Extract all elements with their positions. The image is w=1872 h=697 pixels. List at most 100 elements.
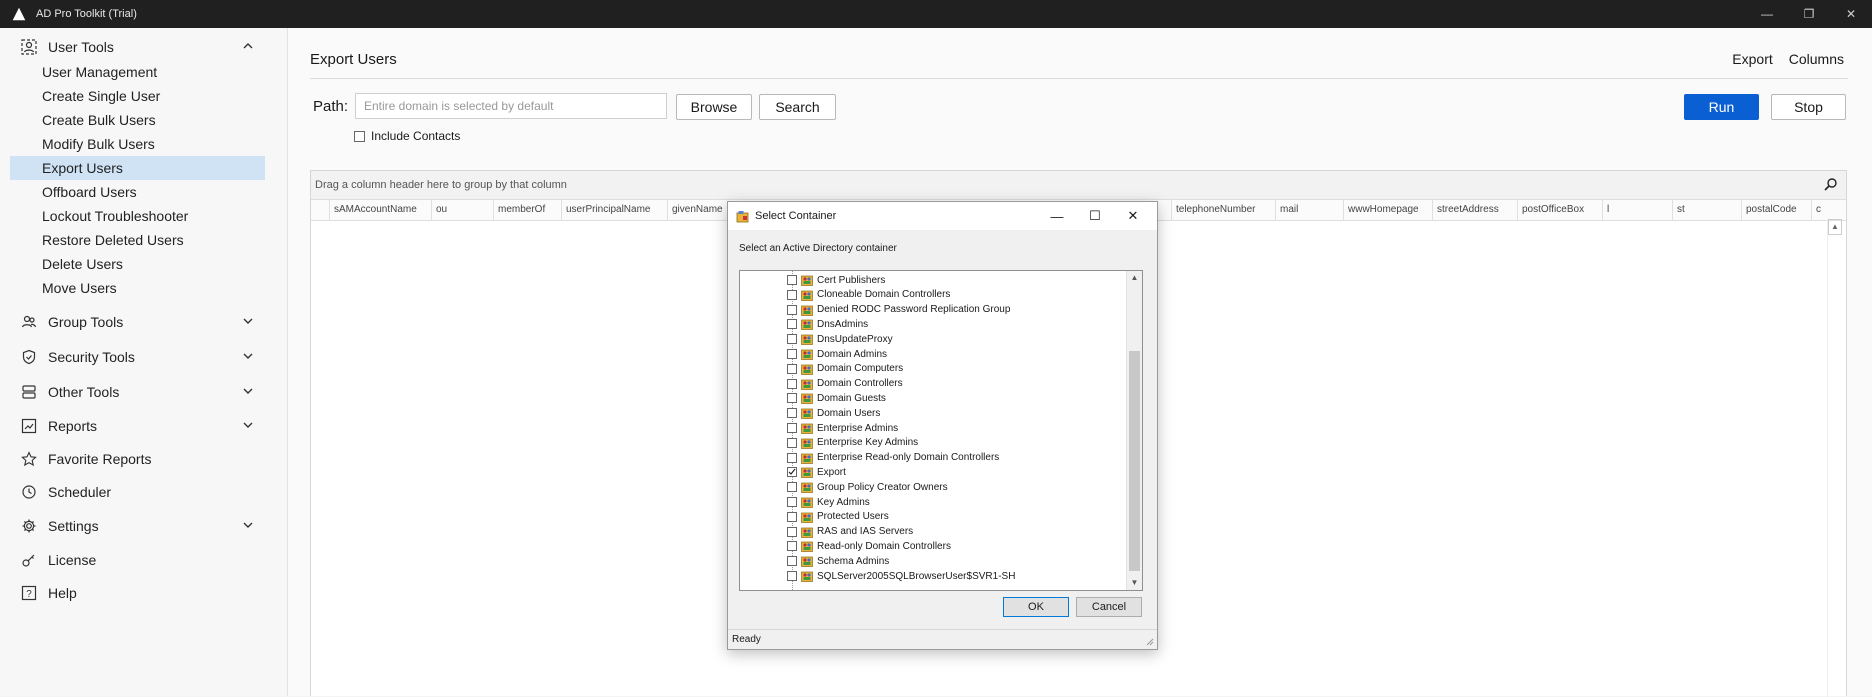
sidebar-section-other-tools[interactable]: Other Tools bbox=[0, 377, 287, 407]
column-header[interactable]: postalCode bbox=[1741, 200, 1811, 220]
dialog-close-button[interactable]: ✕ bbox=[1114, 202, 1152, 230]
sidebar-item-user-management[interactable]: User Management bbox=[10, 60, 265, 84]
tree-item[interactable]: Domain Controllers bbox=[787, 377, 903, 391]
column-header[interactable]: l bbox=[1602, 200, 1672, 220]
tree-item[interactable]: Enterprise Admins bbox=[787, 421, 898, 435]
sidebar-item-create-single-user[interactable]: Create Single User bbox=[10, 84, 265, 108]
tree-item[interactable]: DnsUpdateProxy bbox=[787, 332, 893, 346]
column-header[interactable]: ou bbox=[431, 200, 493, 220]
sidebar-section-settings[interactable]: Settings bbox=[0, 511, 287, 541]
tree-item[interactable]: Enterprise Key Admins bbox=[787, 436, 918, 450]
browse-button[interactable]: Browse bbox=[676, 94, 752, 120]
tree-item[interactable]: Domain Guests bbox=[787, 391, 886, 405]
scroll-down-icon[interactable]: ▼ bbox=[1127, 576, 1142, 590]
scroll-thumb[interactable] bbox=[1129, 351, 1140, 571]
dialog-maximize-button[interactable]: ☐ bbox=[1076, 202, 1114, 230]
tree-item[interactable]: Enterprise Read-only Domain Controllers bbox=[787, 451, 999, 465]
sidebar-item-scheduler[interactable]: Scheduler bbox=[0, 477, 287, 507]
tree-item[interactable]: Group Policy Creator Owners bbox=[787, 480, 948, 494]
columns-link[interactable]: Columns bbox=[1789, 51, 1844, 67]
column-header[interactable]: c bbox=[1811, 200, 1831, 220]
tree-item-checkbox[interactable] bbox=[787, 334, 797, 345]
include-contacts-option[interactable]: Include Contacts bbox=[354, 129, 460, 143]
sidebar-section-reports[interactable]: Reports bbox=[0, 411, 287, 441]
column-header[interactable]: wwwHomepage bbox=[1343, 200, 1432, 220]
tree-item[interactable]: Cloneable Domain Controllers bbox=[787, 288, 950, 302]
sidebar-item-license[interactable]: License bbox=[0, 545, 287, 575]
tree-item-checkbox[interactable] bbox=[787, 378, 797, 389]
minimize-button[interactable]: — bbox=[1746, 0, 1788, 28]
tree-scrollbar[interactable]: ▲ ▼ bbox=[1126, 271, 1142, 590]
run-button[interactable]: Run bbox=[1684, 94, 1759, 120]
cancel-button[interactable]: Cancel bbox=[1076, 597, 1142, 617]
tree-item-checkbox[interactable] bbox=[787, 289, 797, 300]
close-button[interactable]: ✕ bbox=[1830, 0, 1872, 28]
tree-item-checkbox[interactable] bbox=[787, 526, 797, 537]
include-contacts-checkbox[interactable] bbox=[354, 130, 365, 142]
sidebar-item-lockout-troubleshooter[interactable]: Lockout Troubleshooter bbox=[10, 204, 265, 228]
tree-item[interactable]: Read-only Domain Controllers bbox=[787, 539, 951, 553]
group-panel[interactable]: Drag a column header here to group by th… bbox=[311, 171, 1846, 200]
search-button[interactable]: Search bbox=[759, 94, 836, 120]
sidebar-item-delete-users[interactable]: Delete Users bbox=[10, 252, 265, 276]
sidebar-item-modify-bulk-users[interactable]: Modify Bulk Users bbox=[10, 132, 265, 156]
tree-item-checkbox[interactable] bbox=[787, 541, 797, 552]
tree-item-checkbox[interactable] bbox=[787, 556, 797, 567]
stop-button[interactable]: Stop bbox=[1771, 94, 1846, 120]
tree-item-checkbox[interactable] bbox=[787, 304, 797, 315]
scroll-up-icon[interactable]: ▲ bbox=[1828, 219, 1842, 235]
tree-item-checkbox[interactable] bbox=[787, 452, 797, 463]
sidebar-item-export-users[interactable]: Export Users bbox=[10, 156, 265, 180]
container-tree[interactable]: Cert Publishers Cloneable Domain Controll… bbox=[739, 270, 1143, 591]
tree-item[interactable]: Domain Users bbox=[787, 406, 880, 420]
sidebar-section-user-tools[interactable]: User Tools bbox=[0, 32, 287, 62]
column-header[interactable]: sAMAccountName bbox=[329, 200, 431, 220]
tree-item[interactable]: Export bbox=[787, 465, 846, 479]
sidebar-item-move-users[interactable]: Move Users bbox=[10, 276, 265, 300]
column-header[interactable]: st bbox=[1672, 200, 1741, 220]
column-header[interactable]: postOfficeBox bbox=[1517, 200, 1602, 220]
tree-item[interactable]: Protected Users bbox=[787, 510, 889, 524]
sidebar-section-group-tools[interactable]: Group Tools bbox=[0, 307, 287, 337]
tree-item-checkbox[interactable] bbox=[787, 275, 797, 285]
column-header[interactable]: streetAddress bbox=[1432, 200, 1517, 220]
tree-item-checkbox[interactable] bbox=[787, 319, 797, 330]
sidebar-item-offboard-users[interactable]: Offboard Users bbox=[10, 180, 265, 204]
grid-scrollbar[interactable]: ▲ bbox=[1827, 219, 1842, 697]
tree-item-checkbox[interactable] bbox=[787, 408, 797, 419]
tree-item[interactable]: DnsAdmins bbox=[787, 317, 868, 331]
tree-item-checkbox[interactable] bbox=[787, 437, 797, 448]
tree-item[interactable]: Schema Admins bbox=[787, 554, 889, 568]
tree-item-checkbox[interactable] bbox=[787, 482, 797, 493]
tree-item[interactable]: RAS and IAS Servers bbox=[787, 525, 913, 539]
ok-button[interactable]: OK bbox=[1003, 597, 1069, 617]
column-header[interactable]: memberOf bbox=[493, 200, 561, 220]
column-header[interactable]: telephoneNumber bbox=[1171, 200, 1275, 220]
column-header[interactable]: userPrincipalName bbox=[561, 200, 667, 220]
tree-item[interactable]: Domain Computers bbox=[787, 362, 903, 376]
sidebar-section-security-tools[interactable]: Security Tools bbox=[0, 342, 287, 372]
tree-item[interactable]: Denied RODC Password Replication Group bbox=[787, 303, 1010, 317]
sidebar-item-restore-deleted-users[interactable]: Restore Deleted Users bbox=[10, 228, 265, 252]
resize-grip-icon[interactable] bbox=[1144, 636, 1154, 646]
search-icon[interactable] bbox=[1824, 177, 1838, 191]
tree-item-checkbox[interactable] bbox=[787, 467, 797, 478]
tree-item[interactable]: SQLServer2005SQLBrowserUser$SVR1-SH bbox=[787, 569, 1015, 583]
tree-item-checkbox[interactable] bbox=[787, 423, 797, 433]
column-header[interactable]: mail bbox=[1275, 200, 1343, 220]
sidebar-item-create-bulk-users[interactable]: Create Bulk Users bbox=[10, 108, 265, 132]
sidebar-item-help[interactable]: ? Help bbox=[0, 578, 287, 608]
export-link[interactable]: Export bbox=[1732, 51, 1772, 67]
restore-button[interactable]: ❐ bbox=[1788, 0, 1830, 28]
dialog-minimize-button[interactable]: — bbox=[1038, 202, 1076, 230]
tree-item-checkbox[interactable] bbox=[787, 497, 797, 507]
tree-item-checkbox[interactable] bbox=[787, 393, 797, 404]
tree-item-checkbox[interactable] bbox=[787, 511, 797, 522]
tree-item[interactable]: Key Admins bbox=[787, 495, 870, 509]
sidebar-item-favorite-reports[interactable]: Favorite Reports bbox=[0, 444, 287, 474]
tree-item-checkbox[interactable] bbox=[787, 571, 797, 581]
tree-item[interactable]: Domain Admins bbox=[787, 347, 887, 361]
tree-item-checkbox[interactable] bbox=[787, 363, 797, 374]
tree-item[interactable]: Cert Publishers bbox=[787, 273, 885, 287]
scroll-up-icon[interactable]: ▲ bbox=[1127, 271, 1142, 285]
